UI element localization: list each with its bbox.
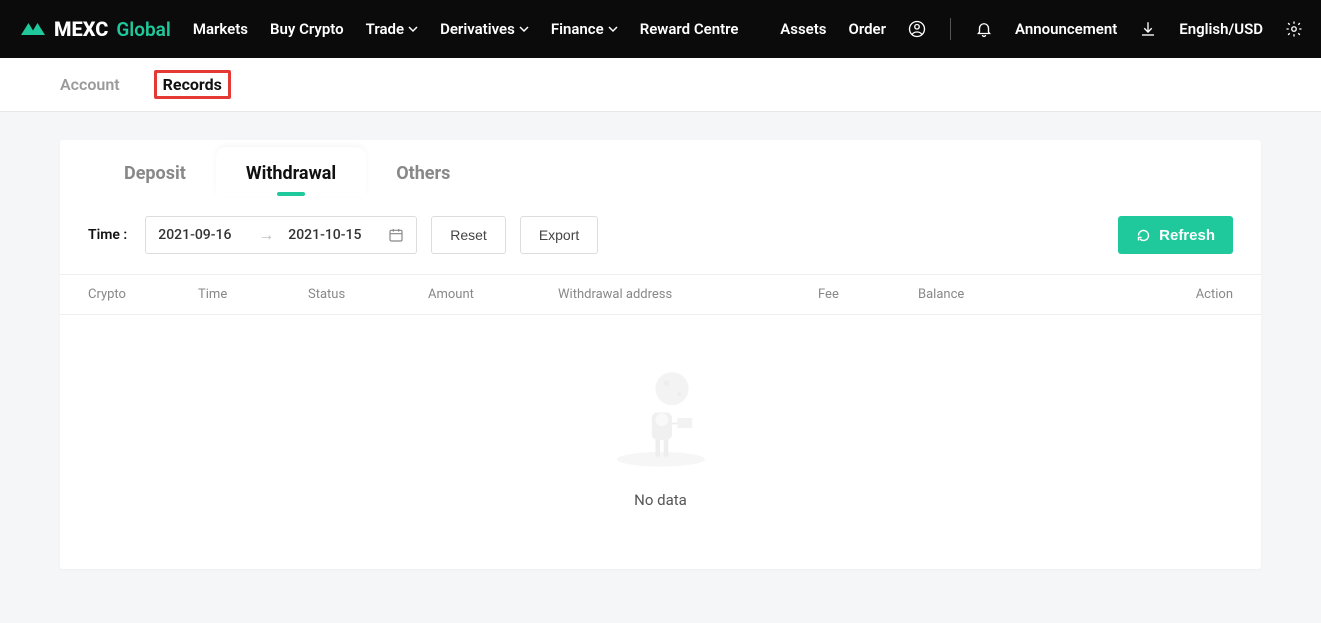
nav-settings[interactable] (1285, 20, 1303, 38)
reset-button[interactable]: Reset (431, 216, 506, 254)
th-status: Status (308, 287, 428, 302)
download-icon (1139, 20, 1157, 38)
gear-icon (1285, 20, 1303, 38)
nav-right: Assets Order Announcement English/USD (780, 18, 1303, 40)
th-balance: Balance (918, 287, 1078, 302)
th-time: Time (198, 287, 308, 302)
export-button[interactable]: Export (520, 216, 598, 254)
refresh-icon (1136, 228, 1151, 243)
no-data-text: No data (634, 491, 687, 509)
bell-icon (975, 20, 993, 38)
refresh-button[interactable]: Refresh (1118, 216, 1233, 254)
subnav: Account Records (0, 58, 1321, 112)
nav-notifications[interactable] (975, 20, 993, 38)
top-navbar: MEXC Global Markets Buy Crypto Trade Der… (0, 0, 1321, 58)
date-end: 2021-10-15 (288, 227, 374, 243)
chevron-down-icon (608, 24, 618, 34)
date-range-picker[interactable]: 2021-09-16 → 2021-10-15 (145, 216, 417, 254)
table-header: Crypto Time Status Amount Withdrawal add… (60, 274, 1261, 315)
nav-announcement[interactable]: Announcement (1015, 20, 1117, 38)
subnav-records[interactable]: Records (154, 75, 231, 94)
nav-order[interactable]: Order (849, 20, 887, 38)
logo-mountain-icon (18, 19, 48, 39)
calendar-icon (388, 227, 404, 243)
nav-locale[interactable]: English/USD (1179, 20, 1263, 38)
tab-withdrawal[interactable]: Withdrawal (216, 147, 366, 196)
nav-trade[interactable]: Trade (366, 20, 418, 38)
th-crypto: Crypto (88, 287, 198, 302)
nav-download[interactable] (1139, 20, 1157, 38)
th-amount: Amount (428, 287, 558, 302)
tab-deposit[interactable]: Deposit (94, 147, 216, 196)
time-label: Time : (88, 227, 127, 243)
nav-assets[interactable]: Assets (780, 20, 826, 38)
subnav-account[interactable]: Account (60, 69, 120, 100)
nav-reward-centre[interactable]: Reward Centre (640, 20, 739, 38)
logo-global: Global (116, 18, 170, 41)
th-address: Withdrawal address (558, 287, 818, 302)
nav-user[interactable] (908, 20, 926, 38)
nav-left: Markets Buy Crypto Trade Derivatives Fin… (193, 20, 739, 38)
inner-tabs: Deposit Withdrawal Others (60, 140, 1261, 196)
records-highlight-box: Records (154, 70, 231, 99)
empty-state: No data (60, 315, 1261, 569)
nav-separator (950, 18, 951, 40)
nav-finance[interactable]: Finance (551, 20, 618, 38)
logo[interactable]: MEXC Global (18, 17, 171, 41)
records-panel: Deposit Withdrawal Others Time : 2021-09… (60, 140, 1261, 569)
logo-text: MEXC (54, 17, 108, 41)
nav-derivatives[interactable]: Derivatives (440, 20, 529, 38)
nav-buy-crypto[interactable]: Buy Crypto (270, 20, 344, 38)
chevron-down-icon (519, 24, 529, 34)
th-action: Action (1078, 287, 1233, 302)
tab-others[interactable]: Others (366, 147, 480, 196)
th-fee: Fee (818, 287, 918, 302)
filter-row: Time : 2021-09-16 → 2021-10-15 Reset Exp… (60, 196, 1261, 274)
date-start: 2021-09-16 (158, 227, 244, 243)
user-icon (908, 20, 926, 38)
chevron-down-icon (408, 24, 418, 34)
arrow-right-icon: → (258, 225, 274, 245)
nav-markets[interactable]: Markets (193, 20, 248, 38)
empty-illustration-icon (606, 363, 716, 473)
